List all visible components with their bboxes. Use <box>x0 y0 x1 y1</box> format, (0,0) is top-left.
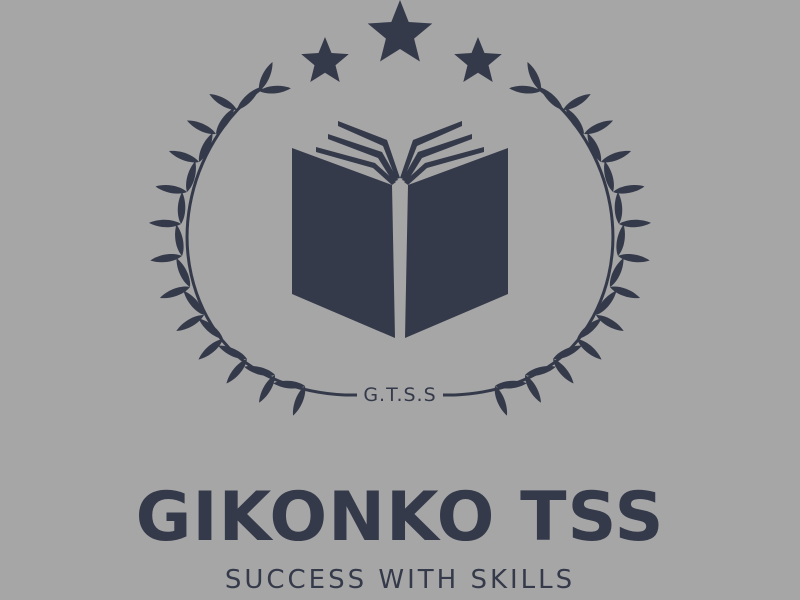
star-icon <box>454 37 502 82</box>
logo-canvas: G.T.S.S GIKONKO TSS SUCCESS WITH SKILLS <box>0 0 800 600</box>
school-acronym: G.T.S.S <box>0 382 800 408</box>
stars-group <box>301 0 502 82</box>
laurel-wreath-icon <box>148 60 652 418</box>
open-book-icon <box>292 121 508 338</box>
school-tagline: SUCCESS WITH SKILLS <box>224 565 576 595</box>
school-acronym-text: G.T.S.S <box>357 382 443 408</box>
star-icon <box>367 0 433 62</box>
school-name: GIKONKO TSS <box>135 478 665 557</box>
school-emblem <box>148 0 652 418</box>
star-icon <box>301 37 349 82</box>
